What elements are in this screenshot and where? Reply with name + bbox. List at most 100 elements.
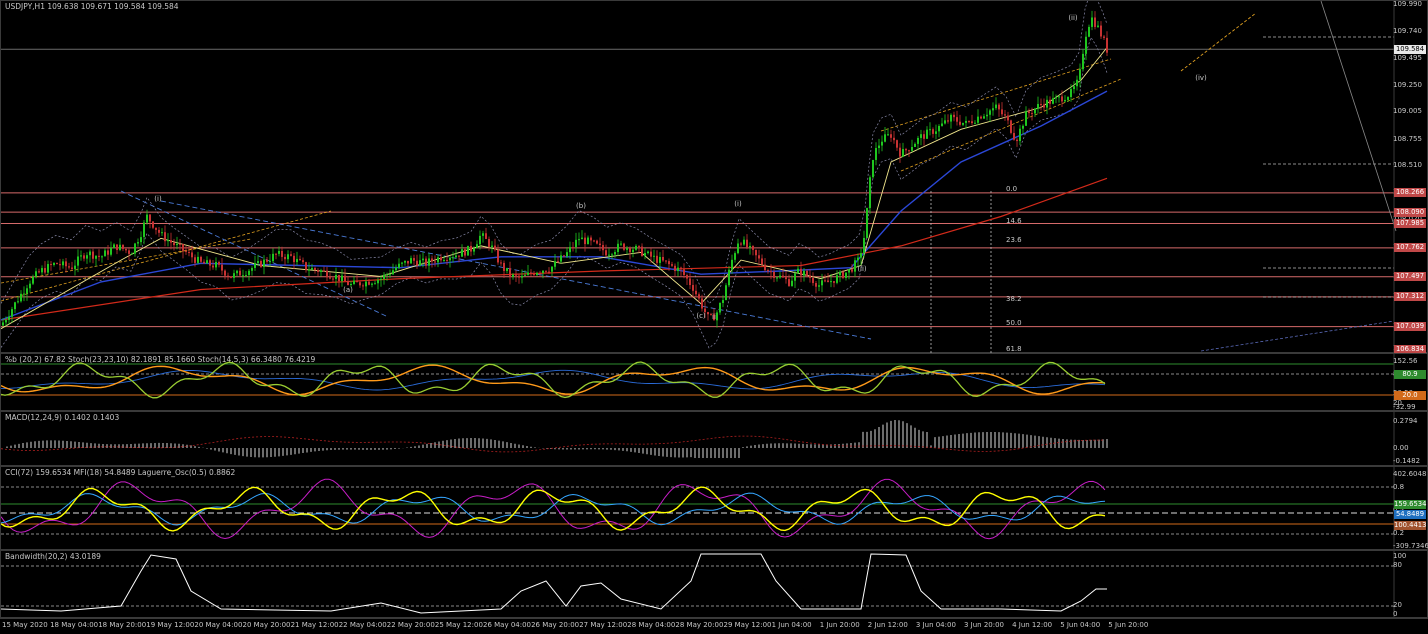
time-axis-label: 1 Jun 04:00 (771, 621, 812, 629)
candle-body (602, 245, 604, 251)
candle-body (656, 255, 658, 263)
candle-body (287, 254, 289, 260)
candle-body (659, 256, 661, 263)
price-pane[interactable]: USDJPY,H1 109.638 109.671 109.584 109.58… (0, 0, 1428, 354)
candle-body (440, 257, 442, 261)
candle-body (5, 319, 7, 323)
wave-label: (iv) (1195, 74, 1207, 82)
bandwidth-pane[interactable]: Bandwidth(20,2) 43.0189 100 80 20 0 (0, 550, 1428, 619)
candle-body (752, 245, 754, 250)
candle-body (848, 269, 850, 273)
candle-body (995, 104, 997, 109)
bandwidth-line (1, 553, 1107, 614)
candle-body (380, 278, 382, 281)
indicator-scale-label: 20 (1393, 601, 1402, 609)
indicator-scale-label: 0.8 (1393, 483, 1405, 491)
candle-body (509, 268, 511, 277)
candle-body (32, 276, 34, 284)
candle-body (263, 259, 265, 267)
candle-body (335, 274, 337, 279)
candle-body (1034, 108, 1036, 114)
cci-tag: 159.6534 (1394, 499, 1427, 509)
candle-body (449, 257, 451, 261)
candle-body (593, 240, 595, 242)
candle-body (818, 285, 820, 287)
candle-body (497, 249, 499, 263)
candle-body (329, 277, 331, 279)
candle-body (41, 268, 43, 273)
cci-pane[interactable]: CCI(72) 159.6534 MFI(18) 54.8489 Laguerr… (0, 466, 1428, 551)
candle-body (623, 243, 625, 250)
candle-body (224, 270, 226, 276)
candle-body (1007, 115, 1009, 121)
candle-body (980, 116, 982, 119)
candle-body (527, 272, 529, 275)
candle-body (422, 258, 424, 261)
candle-body (743, 239, 745, 245)
candle-body (800, 268, 802, 276)
time-axis[interactable]: 15 May 2020 18 May 04:00 18 May 20:00 19 Ma… (0, 618, 1428, 634)
candle-body (1043, 104, 1045, 108)
candle-body (137, 242, 139, 244)
candle-body (944, 120, 946, 124)
candle-body (416, 260, 418, 266)
stoch-chart-svg (1, 354, 1395, 412)
candle-body (197, 256, 199, 263)
stoch-pane[interactable]: %b (20,2) 67.82 Stoch(23,23,10) 82.1891 … (0, 353, 1428, 412)
price-tag: 108.090 (1394, 207, 1426, 217)
candle-body (1061, 96, 1063, 102)
candle-body (983, 116, 985, 119)
candle-body (866, 207, 868, 238)
candle-body (77, 256, 79, 266)
candle-body (125, 248, 127, 251)
price-chart-svg[interactable]: 0.0 14.6 23.6 38.2 50.0 61.8 (a) (b) (c) ii (i) (ii… (1, 1, 1428, 354)
candle-body (413, 258, 415, 261)
candle-body (17, 301, 19, 303)
candle-body (1028, 111, 1030, 114)
candle-body (749, 245, 751, 248)
candle-body (488, 238, 490, 247)
indicator-scale-label: -32.99 (1393, 403, 1416, 411)
indicator-scale-label: -309.7346 (1393, 542, 1428, 550)
candle-body (524, 274, 526, 276)
candle-body (1097, 25, 1099, 27)
candle-body (563, 255, 565, 257)
candle-body (131, 253, 133, 255)
candle-body (584, 237, 586, 245)
macd-pane[interactable]: MACD(12,24,9) 0.1402 0.1403 0.2794 0.00 -0… (0, 411, 1428, 467)
indicator-scale-label: 0.2 (1393, 529, 1405, 537)
fib-label: 23.6 (1006, 236, 1022, 244)
candle-body (65, 261, 67, 267)
candle-body (536, 272, 538, 276)
candle-body (1031, 113, 1033, 115)
projection-line (1180, 12, 1257, 72)
candle-body (899, 147, 901, 157)
candle-body (764, 264, 766, 271)
time-axis-label: 5 Jun 04:00 (1060, 621, 1101, 629)
candle-body (605, 250, 607, 256)
candle-body (887, 134, 889, 136)
candle-body (278, 251, 280, 254)
candle-body (182, 244, 184, 251)
candle-body (575, 239, 577, 248)
wave-label: (ii) (857, 265, 867, 273)
candle-body (14, 302, 16, 310)
time-axis-label: 26 May 04:00 (483, 621, 532, 629)
ma-fast-line (1, 47, 1108, 330)
indicator-scale-label: 80 (1393, 561, 1402, 569)
candle-body (590, 237, 592, 241)
candle-body (689, 278, 691, 286)
candle-body (233, 273, 235, 278)
time-axis-label: 28 May 04:00 (627, 621, 676, 629)
candle-body (947, 120, 949, 122)
candle-body (338, 274, 340, 282)
candle-body (389, 274, 391, 276)
candle-body (635, 245, 637, 250)
candle-body (275, 253, 277, 255)
fib-label: 61.8 (1006, 345, 1022, 353)
price-scale-label: 108.510 (1393, 161, 1422, 170)
candle-body (215, 261, 217, 268)
candle-body (962, 122, 964, 125)
candle-body (269, 261, 271, 263)
candle-body (737, 243, 739, 254)
